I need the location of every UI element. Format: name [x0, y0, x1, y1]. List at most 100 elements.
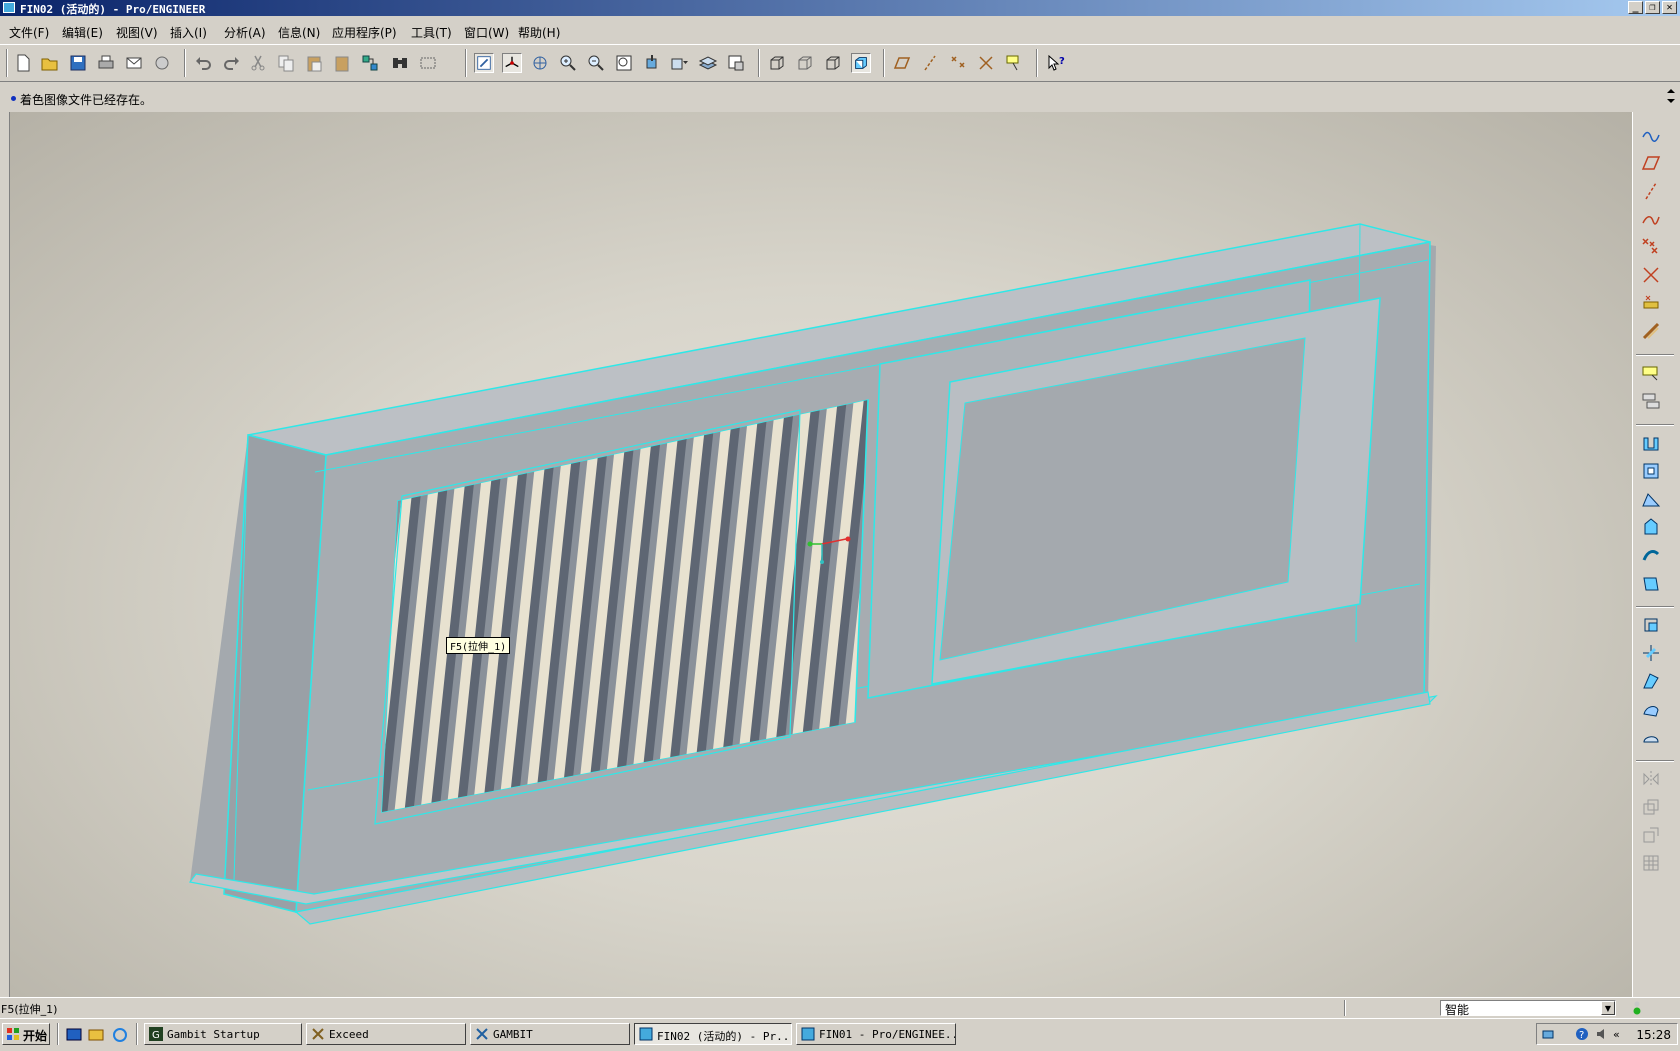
datum-axis-icon[interactable]	[1640, 180, 1662, 202]
cut-icon[interactable]	[248, 53, 268, 73]
open-icon[interactable]	[40, 53, 60, 73]
repaint-icon[interactable]	[474, 53, 494, 73]
merge-icon[interactable]	[1640, 796, 1662, 818]
analysis-icon[interactable]	[1640, 292, 1662, 314]
regenerate-icon[interactable]	[360, 53, 380, 73]
email-icon[interactable]	[124, 53, 144, 73]
datum-ref-icon[interactable]	[1640, 320, 1662, 342]
volume-icon[interactable]	[1595, 1027, 1607, 1041]
shading-icon[interactable]	[851, 53, 871, 73]
email-link-icon[interactable]	[152, 53, 172, 73]
zoom-in-icon[interactable]	[558, 53, 578, 73]
paste-icon[interactable]	[304, 53, 324, 73]
chamfer-icon[interactable]	[1640, 516, 1662, 538]
hole-icon[interactable]	[1640, 362, 1662, 384]
message-scrollbar[interactable]	[1664, 84, 1678, 108]
paste-special-icon[interactable]	[332, 53, 352, 73]
menu-view[interactable]: 视图(V)	[116, 24, 158, 41]
sweep-icon[interactable]	[1640, 614, 1662, 636]
save-icon[interactable]	[68, 53, 88, 73]
gambit-icon: G	[149, 1027, 163, 1041]
main-toolbar: ?	[0, 44, 1680, 82]
find-icon[interactable]	[390, 53, 410, 73]
orient-icon[interactable]	[530, 53, 550, 73]
no-hidden-icon[interactable]	[823, 53, 843, 73]
chevron-down-icon[interactable]: ▼	[1601, 1001, 1615, 1015]
close-button[interactable]: ✕	[1662, 1, 1677, 14]
wireframe-icon[interactable]	[767, 53, 787, 73]
mirror-icon[interactable]	[1640, 768, 1662, 790]
rib-icon[interactable]	[1640, 432, 1662, 454]
surface-icon[interactable]	[1640, 726, 1662, 748]
shell-icon[interactable]	[1640, 390, 1662, 412]
boundary-blend-icon[interactable]	[1640, 698, 1662, 720]
new-icon[interactable]	[13, 53, 33, 73]
traffic-light-icon[interactable]	[1630, 1000, 1644, 1016]
task-exceed[interactable]: Exceed	[306, 1023, 466, 1045]
zoom-out-icon[interactable]	[586, 53, 606, 73]
trim-icon[interactable]	[1640, 824, 1662, 846]
menu-edit[interactable]: 编辑(E)	[62, 24, 103, 41]
extrude-icon[interactable]	[1640, 544, 1662, 566]
left-collapse-strip[interactable]	[0, 112, 10, 997]
app-icon[interactable]	[3, 2, 15, 13]
task-fin01[interactable]: FIN01 - Pro/ENGINEE...	[796, 1023, 956, 1045]
round-icon[interactable]	[1640, 488, 1662, 510]
menu-insert[interactable]: 插入(I)	[170, 24, 207, 41]
task-fin02[interactable]: FIN02 (活动的) - Pr...	[634, 1023, 792, 1045]
task-gambit[interactable]: GAMBIT	[470, 1023, 630, 1045]
message-text: 着色图像文件已经存在。	[20, 93, 153, 107]
task-gambit-startup[interactable]: G Gambit Startup	[144, 1023, 302, 1045]
datum-csys-icon[interactable]	[976, 53, 996, 73]
minimize-button[interactable]: _	[1628, 1, 1643, 14]
saved-views-icon[interactable]	[670, 53, 690, 73]
menu-tools[interactable]: 工具(T)	[411, 24, 452, 41]
menu-applications[interactable]: 应用程序(P)	[332, 24, 397, 41]
explorer-icon[interactable]	[88, 1027, 104, 1043]
menu-analysis[interactable]: 分析(A)	[224, 24, 266, 41]
help-icon[interactable]: ?	[1575, 1027, 1589, 1041]
datum-points-icon[interactable]	[948, 53, 968, 73]
selection-filter-value: 智能	[1445, 1003, 1470, 1017]
selection-filter-select[interactable]: 智能 ▼	[1440, 1000, 1616, 1017]
menu-file[interactable]: 文件(F)	[9, 24, 49, 41]
style-icon[interactable]	[1640, 670, 1662, 692]
tray-expand-icon[interactable]: «	[1613, 1028, 1620, 1041]
menu-info[interactable]: 信息(N)	[278, 24, 320, 41]
annotation-icon[interactable]	[1004, 53, 1024, 73]
start-button[interactable]: 开始	[2, 1023, 50, 1045]
context-help-icon[interactable]: ?	[1046, 53, 1066, 73]
layers-icon[interactable]	[698, 53, 718, 73]
graphics-window[interactable]: F5(拉伸_1)	[10, 112, 1632, 997]
redo-icon[interactable]	[221, 53, 241, 73]
hidden-line-icon[interactable]	[795, 53, 815, 73]
view-manager-icon[interactable]	[726, 53, 746, 73]
restore-button[interactable]: ❐	[1645, 1, 1660, 14]
datum-axes-icon[interactable]	[920, 53, 940, 73]
refit-icon[interactable]	[614, 53, 634, 73]
select-box-icon[interactable]	[418, 53, 438, 73]
menu-window[interactable]: 窗口(W)	[464, 24, 509, 41]
print-icon[interactable]	[96, 53, 116, 73]
datum-planes-icon[interactable]	[892, 53, 912, 73]
undo-icon[interactable]	[194, 53, 214, 73]
revolve-icon[interactable]	[1640, 572, 1662, 594]
datum-plane-icon[interactable]	[1640, 152, 1662, 174]
sketch-tool-icon[interactable]	[1640, 123, 1662, 145]
blend-icon[interactable]	[1640, 642, 1662, 664]
copy-icon[interactable]	[276, 53, 296, 73]
reorient-icon[interactable]	[642, 53, 662, 73]
menu-bar: 文件(F) 编辑(E) 视图(V) 插入(I) 分析(A) 信息(N) 应用程序…	[0, 18, 1680, 44]
exceed-icon	[312, 1028, 324, 1040]
network-icon[interactable]	[1541, 1027, 1555, 1041]
model-view[interactable]	[10, 112, 1632, 997]
datum-curve-icon[interactable]	[1640, 208, 1662, 230]
draft-icon[interactable]	[1640, 460, 1662, 482]
menu-help[interactable]: 帮助(H)	[518, 24, 560, 41]
ie-icon[interactable]	[112, 1027, 128, 1043]
show-desktop-icon[interactable]	[66, 1027, 82, 1043]
pattern-icon[interactable]	[1640, 852, 1662, 874]
datum-csys-tool-icon[interactable]	[1640, 264, 1662, 286]
spin-center-icon[interactable]	[502, 53, 522, 73]
datum-point-icon[interactable]	[1640, 236, 1662, 258]
